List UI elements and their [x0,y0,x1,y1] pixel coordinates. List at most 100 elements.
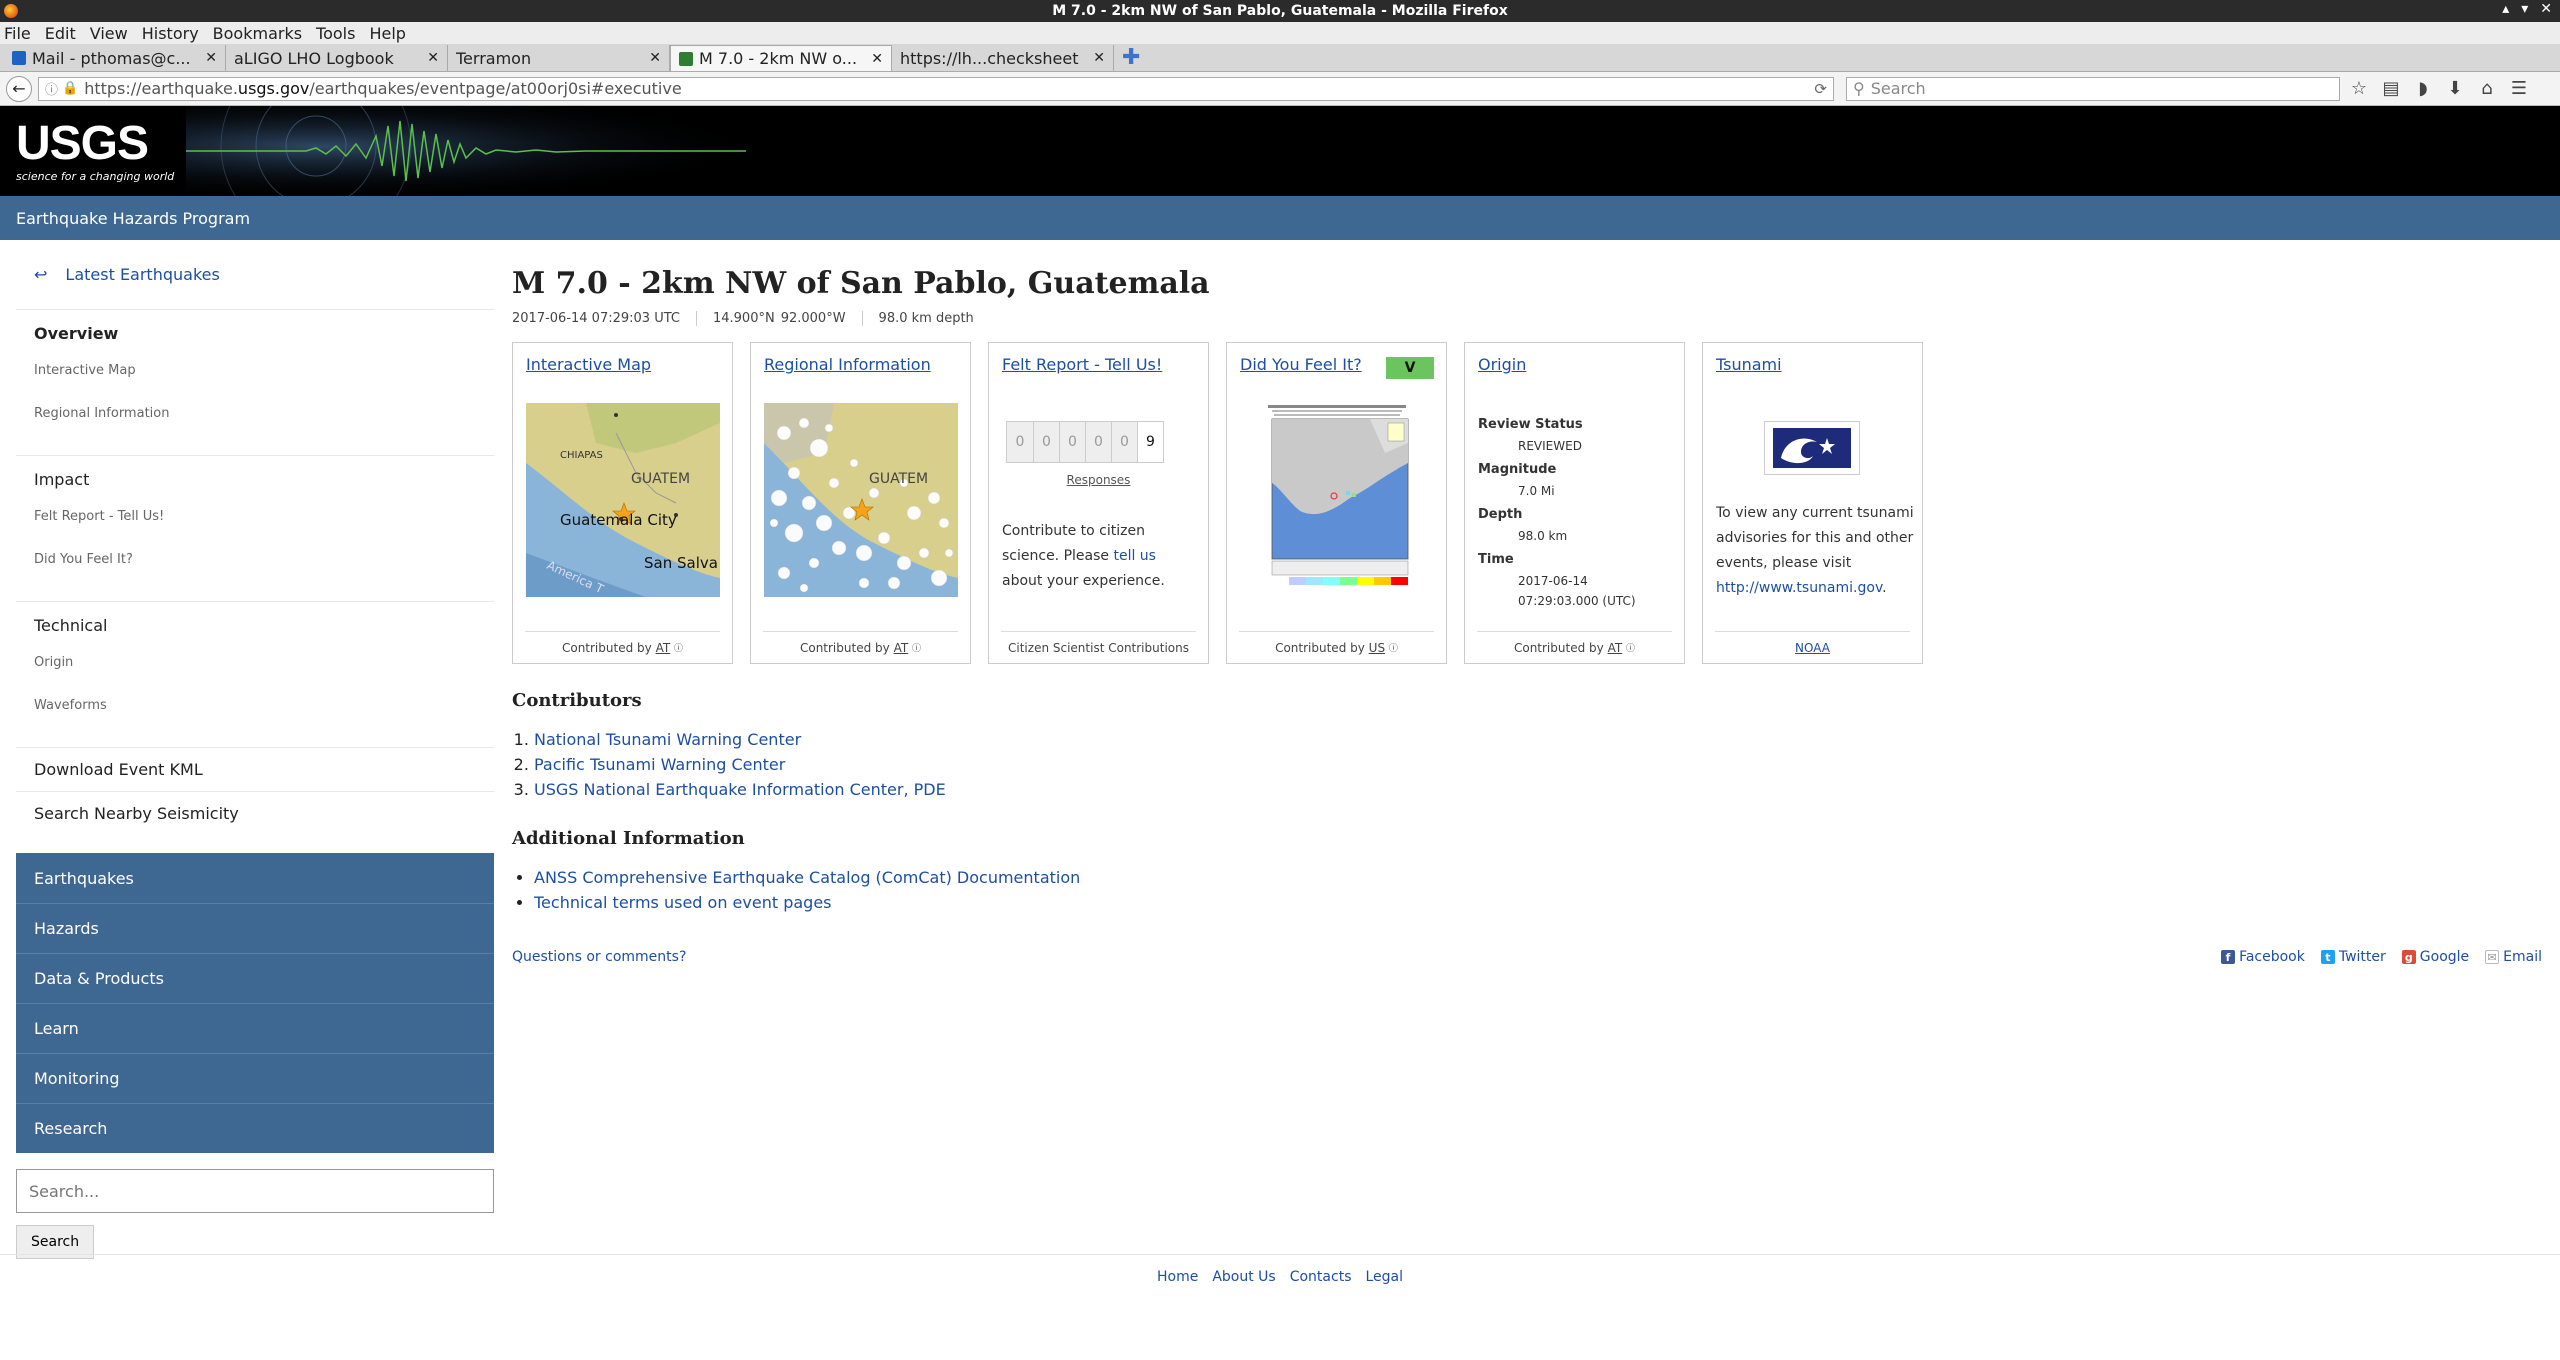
download-icon[interactable]: ⬇ [2442,76,2468,102]
noaa-link[interactable]: NOAA [1795,641,1830,655]
tsunami-card[interactable]: Tsunami To view any current tsunami advi… [1702,342,1923,664]
contributor-at-link[interactable]: AT [656,641,671,655]
close-tab-icon[interactable]: ✕ [871,51,883,67]
footer-legal-link[interactable]: Legal [1365,1269,1403,1285]
citizen-science-text: Contribute to citizen science. Please te… [1002,523,1165,589]
download-kml-link[interactable]: Download Event KML [16,748,494,792]
regional-information-link[interactable]: Regional Information [764,355,931,374]
menu-view[interactable]: View [90,24,128,43]
nav-hazards[interactable]: Hazards [16,903,494,953]
felt-report-card[interactable]: Felt Report - Tell Us! 0 0 0 0 0 9 Respo… [988,342,1209,664]
window-title: M 7.0 - 2km NW of San Pablo, Guatemala -… [1052,3,1508,19]
tab-terramon[interactable]: Terramon ✕ [448,45,670,71]
comcat-documentation-link[interactable]: ANSS Comprehensive Earthquake Catalog (C… [534,868,1080,887]
share-email[interactable]: ✉ Email [2485,949,2542,965]
origin-link[interactable]: Origin [1478,355,1526,374]
sidebar-item-felt-report[interactable]: Felt Report - Tell Us! [34,509,494,524]
tab-mail[interactable]: Mail - pthomas@c... ✕ [4,45,226,71]
nav-data-products[interactable]: Data & Products [16,953,494,1003]
origin-card[interactable]: Origin Review Status REVIEWED Magnitude … [1464,342,1685,664]
menu-bookmarks[interactable]: Bookmarks [213,24,302,43]
did-you-feel-it-link[interactable]: Did You Feel It? [1240,355,1362,374]
usgs-logo[interactable]: USGS science for a changing world [16,120,174,184]
back-icon[interactable]: ← [6,75,32,102]
close-tab-icon[interactable]: ✕ [205,50,217,66]
maximize-icon[interactable]: ▾ [2521,1,2528,17]
site-search-input[interactable] [16,1169,494,1213]
close-tab-icon[interactable]: ✕ [1093,50,1105,66]
did-you-feel-it-card[interactable]: Did You Feel It? V Contributed by US ⓘ [1226,342,1447,664]
questions-comments-link[interactable]: Questions or comments? [512,949,686,965]
menu-file[interactable]: File [4,24,31,43]
summary-cards: Interactive Map CHIAPAS GUATEM Guatemala… [512,342,2532,664]
magnitude-value: 7.0 Mi [1518,484,1555,498]
search-nearby-seismicity-link[interactable]: Search Nearby Seismicity [16,792,494,835]
contributor-neic-link[interactable]: USGS National Earthquake Information Cen… [534,780,946,799]
dyfi-intensity-map[interactable] [1260,403,1414,597]
sidebar-item-overview[interactable]: Overview [34,324,494,343]
sidebar-item-impact[interactable]: Impact [34,470,494,489]
latest-earthquakes-link[interactable]: ↩ Latest Earthquakes [16,240,494,310]
tsunami-link[interactable]: Tsunami [1716,355,1782,374]
footer-home-link[interactable]: Home [1157,1269,1198,1285]
contributor-at-link[interactable]: AT [1608,641,1623,655]
sidebar-item-technical[interactable]: Technical [34,616,494,635]
nav-research[interactable]: Research [16,1103,494,1153]
sidebar-item-origin[interactable]: Origin [34,655,494,670]
pocket-icon[interactable]: ◗ [2410,76,2436,102]
tab-checksheet[interactable]: https://lh...checksheet ✕ [892,45,1114,71]
close-icon[interactable]: ✕ [2540,1,2552,17]
regional-information-card[interactable]: Regional Information GUATEM Contributed … [750,342,971,664]
footer-contacts-link[interactable]: Contacts [1290,1269,1352,1285]
url-bar[interactable]: ⓘ 🔒 https://earthquake.usgs.gov/earthqua… [38,76,1834,101]
new-tab-icon[interactable]: ✚ [1114,45,1148,71]
tab-usgs-event[interactable]: M 7.0 - 2km NW o... ✕ [670,45,892,71]
share-twitter[interactable]: t Twitter [2320,949,2386,965]
program-title[interactable]: Earthquake Hazards Program [16,209,250,228]
responses-link[interactable]: Responses [989,473,1208,487]
search-bar[interactable]: ⚲ Search [1846,76,2340,101]
contributor-ntwc-link[interactable]: National Tsunami Warning Center [534,730,801,749]
url-text[interactable]: https://earthquake.usgs.gov/earthquakes/… [84,79,1814,98]
sidebar-item-regional-information[interactable]: Regional Information [34,406,494,421]
interactive-map-card[interactable]: Interactive Map CHIAPAS GUATEM Guatemala… [512,342,733,664]
close-tab-icon[interactable]: ✕ [427,50,439,66]
felt-report-link[interactable]: Felt Report - Tell Us! [1002,355,1162,374]
share-facebook[interactable]: f Facebook [2221,949,2305,965]
menu-tools[interactable]: Tools [316,24,355,43]
nav-learn[interactable]: Learn [16,1003,494,1053]
contributor-ptwc-link[interactable]: Pacific Tsunami Warning Center [534,755,785,774]
contributor-at-link[interactable]: AT [894,641,909,655]
bookmark-star-icon[interactable]: ☆ [2346,76,2372,102]
close-tab-icon[interactable]: ✕ [649,50,661,66]
minimize-icon[interactable]: ▴ [2502,1,2509,17]
sidebar-item-waveforms[interactable]: Waveforms [34,698,494,713]
tsunami-advisory-text: To view any current tsunami advisories f… [1716,505,1914,596]
share-google[interactable]: g Google [2401,949,2469,965]
interactive-map-link[interactable]: Interactive Map [526,355,651,374]
tell-us-link[interactable]: tell us [1113,548,1156,564]
nav-earthquakes[interactable]: Earthquakes [16,853,494,903]
latest-earthquakes-label[interactable]: Latest Earthquakes [65,265,219,284]
sidebar-item-did-you-feel-it[interactable]: Did You Feel It? [34,552,494,567]
lock-icon[interactable]: 🔒 [62,81,78,96]
tab-logbook[interactable]: aLIGO LHO Logbook ✕ [226,45,448,71]
tsunami-logo-icon[interactable] [1764,421,1860,475]
technical-terms-link[interactable]: Technical terms used on event pages [534,893,832,912]
contributor-us-link[interactable]: US [1369,641,1385,655]
regional-information-thumbnail[interactable]: GUATEM [764,403,958,597]
origin-details: Review Status REVIEWED Magnitude 7.0 Mi … [1478,411,1636,611]
menu-edit[interactable]: Edit [45,24,76,43]
tsunami-gov-link[interactable]: http://www.tsunami.gov [1716,580,1882,596]
interactive-map-thumbnail[interactable]: CHIAPAS GUATEM Guatemala City San Salva … [526,403,720,597]
menu-help[interactable]: Help [369,24,405,43]
nav-monitoring[interactable]: Monitoring [16,1053,494,1103]
reload-icon[interactable]: ⟳ [1814,80,1827,98]
menu-history[interactable]: History [142,24,199,43]
reading-list-icon[interactable]: ▤ [2378,76,2404,102]
menu-icon[interactable]: ☰ [2506,76,2532,102]
sidebar-item-interactive-map[interactable]: Interactive Map [34,363,494,378]
home-icon[interactable]: ⌂ [2474,76,2500,102]
info-icon[interactable]: ⓘ [45,79,58,98]
footer-about-link[interactable]: About Us [1212,1269,1275,1285]
